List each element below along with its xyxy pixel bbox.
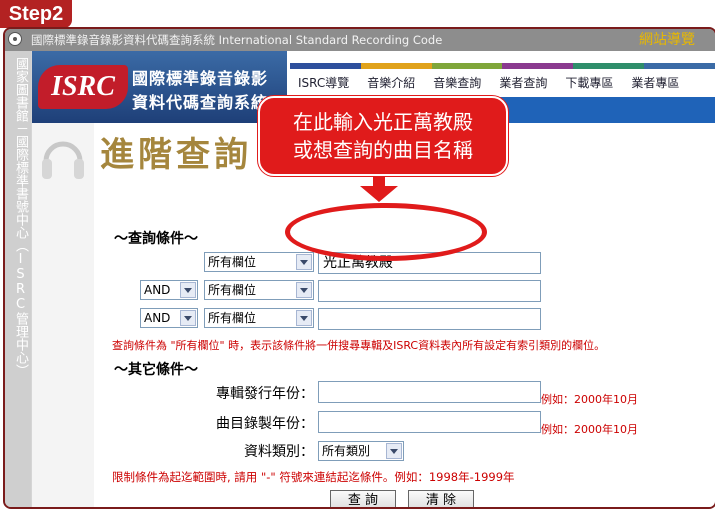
title-bar: 國際標準錄音錄影資料代碼查詢系統 International Standard … bbox=[5, 29, 715, 51]
menu-item-vendor-search[interactable]: 業者查詢 bbox=[489, 69, 555, 97]
cd-icon bbox=[8, 32, 22, 46]
instruction-callout: 在此輸入光正萬教殿 或想查詢的曲目名稱 bbox=[258, 96, 508, 176]
release-year-input[interactable] bbox=[318, 381, 541, 403]
release-year-label: 專輯發行年份： bbox=[216, 386, 314, 402]
logo-title-line1: 國際標準錄音錄影 bbox=[132, 69, 269, 88]
isrc-logo-mark: ISRC bbox=[38, 65, 128, 109]
all-fields-note: 查詢條件為 "所有欄位" 時，表示該條件將一併搜尋專輯及ISRC資料表內所有設定… bbox=[112, 339, 606, 352]
operator-select-2-value: AND bbox=[144, 283, 171, 297]
clear-button[interactable]: 清 除 bbox=[408, 490, 474, 507]
other-section-title: ～其它條件～ bbox=[114, 362, 198, 378]
field-select-3-value: 所有欄位 bbox=[208, 311, 257, 325]
field-select-1[interactable]: 所有欄位 bbox=[204, 252, 314, 272]
chevron-down-icon bbox=[296, 254, 312, 270]
menu-item-music-search[interactable]: 音樂查詢 bbox=[423, 69, 489, 97]
highlight-ellipse bbox=[285, 203, 487, 261]
range-note: 限制條件為起迄範圍時, 請用 "-" 符號來連結起迄條件。例如：1998年-19… bbox=[112, 470, 515, 484]
query-input-3[interactable] bbox=[318, 308, 541, 330]
field-select-1-value: 所有欄位 bbox=[208, 255, 257, 269]
data-type-label: 資料類別： bbox=[244, 444, 314, 460]
page-title: 進階查詢 bbox=[100, 135, 252, 175]
main-content: 進階查詢 ～查詢條件～ 所有欄位 光正萬教殿 AND 所有欄位 AND 所有欄位 bbox=[94, 123, 715, 507]
step-badge: Step2 bbox=[0, 0, 72, 28]
operator-select-2[interactable]: AND bbox=[140, 280, 198, 300]
operator-select-3[interactable]: AND bbox=[140, 308, 198, 328]
callout-line-1: 在此輸入光正萬教殿 bbox=[293, 110, 473, 134]
site-logo[interactable]: ISRC 國際標準錄音錄影 資料代碼查詢系統 bbox=[32, 51, 287, 123]
chevron-down-icon bbox=[386, 443, 402, 459]
data-type-select[interactable]: 所有類別 bbox=[318, 441, 404, 461]
site-map-link[interactable]: 網站導覽 bbox=[639, 31, 695, 49]
chevron-down-icon bbox=[180, 282, 196, 298]
release-year-example: 例如：2000年10月 bbox=[541, 393, 638, 406]
menu-item-vendor-area[interactable]: 業者專區 bbox=[621, 69, 687, 97]
record-year-input[interactable] bbox=[318, 411, 541, 433]
headphones-icon bbox=[42, 141, 84, 179]
data-type-select-value: 所有類別 bbox=[322, 444, 371, 458]
menu-item-music-intro[interactable]: 音樂介紹 bbox=[357, 69, 423, 97]
left-icon-panel bbox=[32, 123, 94, 507]
down-arrow-icon bbox=[360, 186, 398, 202]
operator-select-3-value: AND bbox=[144, 311, 171, 325]
menu-item-downloads[interactable]: 下載專區 bbox=[555, 69, 621, 97]
main-menu: ISRC導覽 音樂介紹 音樂查詢 業者查詢 下載專區 業者專區 bbox=[290, 69, 715, 97]
title-bar-text: 國際標準錄音錄影資料代碼查詢系統 International Standard … bbox=[31, 33, 443, 47]
left-vertical-strip: 國家圖書館－國際標準書號中心（ISRC管理中心） bbox=[5, 51, 31, 507]
query-input-2[interactable] bbox=[318, 280, 541, 302]
field-select-2[interactable]: 所有欄位 bbox=[204, 280, 314, 300]
chevron-down-icon bbox=[180, 310, 196, 326]
logo-title-line2: 資料代碼查詢系統 bbox=[132, 93, 269, 112]
vertical-org-text: 國家圖書館－國際標準書號中心（ISRC管理中心） bbox=[13, 57, 28, 377]
chevron-down-icon bbox=[296, 310, 312, 326]
chevron-down-icon bbox=[296, 282, 312, 298]
field-select-2-value: 所有欄位 bbox=[208, 283, 257, 297]
record-year-label: 曲目錄製年份： bbox=[216, 416, 314, 432]
field-select-3[interactable]: 所有欄位 bbox=[204, 308, 314, 328]
search-button[interactable]: 查 詢 bbox=[330, 490, 396, 507]
menu-item-isrc-guide[interactable]: ISRC導覽 bbox=[290, 69, 357, 97]
record-year-example: 例如：2000年10月 bbox=[541, 423, 638, 436]
callout-line-2: 或想查詢的曲目名稱 bbox=[293, 138, 473, 162]
query-section-title: ～查詢條件～ bbox=[114, 231, 198, 247]
